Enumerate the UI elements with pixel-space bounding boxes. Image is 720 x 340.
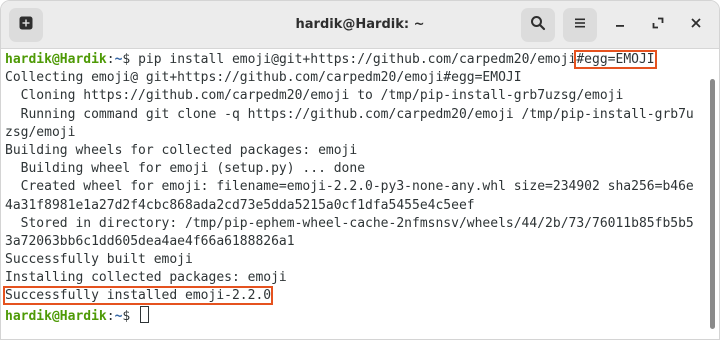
maximize-button[interactable] (643, 8, 673, 42)
output-line: Running command git clone -q https://git… (5, 106, 694, 122)
output-line: Created wheel for emoji: filename=emoji-… (5, 179, 694, 195)
search-icon (530, 15, 546, 36)
scrollbar[interactable] (710, 79, 715, 329)
output-line: zsg/emoji (5, 124, 76, 140)
output-line: Installing collected packages: emoji (5, 270, 287, 286)
minimize-button[interactable] (605, 8, 635, 42)
output-line: Building wheel for emoji (setup.py) ... … (5, 161, 366, 177)
command-highlight: #egg=EMOJI (574, 50, 657, 69)
prompt-separator: :~$ (106, 52, 139, 67)
command-line: hardik@Hardik:~$ pip install emoji@git+h… (5, 50, 707, 69)
minimize-icon (613, 16, 627, 35)
output-line: Stored in directory: /tmp/pip-ephem-whee… (5, 215, 694, 231)
window-controls (521, 8, 711, 42)
maximize-icon (651, 16, 665, 35)
hamburger-menu-icon (572, 15, 588, 36)
close-button[interactable] (681, 8, 711, 42)
output-line: Building wheels for collected packages: … (5, 142, 358, 158)
output-line: Successfully built emoji (5, 252, 193, 268)
close-icon (689, 16, 703, 35)
new-tab-button[interactable] (9, 8, 43, 42)
output-line: 3a72063bb6c1dd605dea4ae4f66a6188826a1 (5, 233, 295, 249)
terminal-output[interactable]: hardik@Hardik:~$ pip install emoji@git+h… (1, 49, 707, 339)
prompt-user: hardik@Hardik (5, 52, 107, 67)
title-bar: hardik@Hardik: ~ (1, 1, 719, 49)
prompt-separator: :~$ (106, 308, 139, 324)
prompt-user: hardik@Hardik (5, 308, 107, 324)
output-line: Collecting emoji@ git+https://github.com… (5, 70, 522, 86)
new-tab-icon (18, 15, 34, 36)
menu-button[interactable] (563, 8, 597, 42)
command-text: pip install emoji@git+https://github.com… (138, 52, 577, 67)
success-line-row: Successfully installed emoji-2.2.0 (2, 286, 707, 306)
search-button[interactable] (521, 8, 555, 42)
output-line: Cloning https://github.com/carpedm20/emo… (5, 88, 624, 104)
prompt-line: hardik@Hardik:~$ (5, 305, 707, 324)
terminal-window: hardik@Hardik: ~ hardik@Hardik:~$ pip in… (0, 0, 720, 340)
output-line: 4a31f8981e1a27d2f4cbc868ada2cd73e5dda521… (5, 197, 475, 213)
text-cursor (140, 305, 150, 323)
success-message: Successfully installed emoji-2.2.0 (2, 286, 274, 306)
